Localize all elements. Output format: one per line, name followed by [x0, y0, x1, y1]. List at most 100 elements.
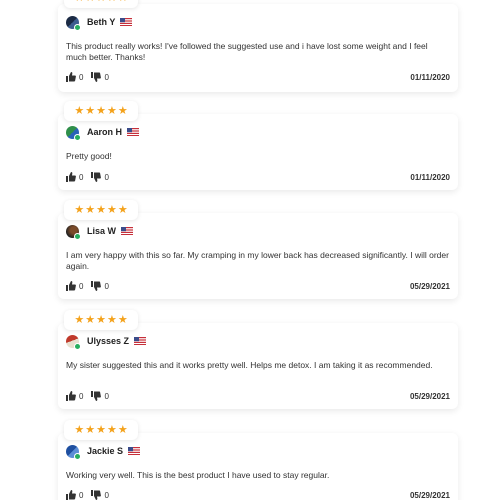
review-text: I am very happy with this so far. My cra…	[66, 250, 449, 271]
star-icon: ★	[96, 313, 106, 326]
thumbs-down-button[interactable]: 0	[91, 72, 109, 82]
thumbs-down-button[interactable]: 0	[91, 172, 109, 182]
star-icon: ★	[85, 203, 96, 216]
star-icon: ★	[118, 0, 128, 4]
reviewer: Beth Y	[66, 14, 133, 31]
review-card: Lisa W I am very happy with this so far.…	[58, 213, 458, 299]
star-icon: ★	[106, 313, 117, 326]
rating-stars: ★★★★★	[64, 0, 138, 8]
rating-stars: ★★★★★	[64, 420, 138, 440]
star-icon: ★	[74, 203, 85, 216]
rating-stars: ★★★★★	[64, 310, 138, 330]
thumbs-up-button[interactable]: 0	[66, 490, 83, 500]
verified-badge-icon	[74, 133, 81, 141]
us-flag-icon	[128, 447, 141, 455]
star-icon: ★	[117, 203, 128, 216]
star-icon: ★	[117, 423, 128, 436]
us-flag-icon	[127, 128, 140, 136]
verified-badge-icon	[74, 452, 81, 460]
star-icon: ★	[74, 104, 85, 117]
reviewer: Ulysses Z	[66, 333, 147, 350]
review-card: Jackie S Working very well. This is the …	[58, 433, 458, 500]
thumbs-up-button[interactable]: 0	[66, 391, 83, 401]
thumbs-down-button[interactable]: 0	[91, 490, 109, 500]
thumbs-down-icon	[91, 172, 102, 182]
star-icon: ★	[96, 203, 106, 216]
reviewer-name: Aaron H	[87, 127, 123, 137]
star-icon: ★	[85, 104, 96, 117]
review-date: 05/29/2021	[409, 490, 450, 500]
thumbs-up-count: 0	[79, 490, 84, 500]
reviewer: Aaron H	[66, 124, 140, 141]
thumbs-up-button[interactable]: 0	[66, 72, 83, 82]
thumbs-up-count: 0	[79, 281, 84, 291]
thumbs-down-button[interactable]: 0	[91, 391, 109, 401]
rating-stars: ★★★★★	[64, 200, 138, 220]
thumbs-up-count: 0	[79, 391, 84, 401]
avatar	[66, 444, 81, 460]
star-icon: ★	[117, 104, 128, 117]
star-icon: ★	[96, 104, 106, 117]
verified-badge-icon	[74, 23, 81, 31]
thumbs-up-icon	[66, 490, 76, 500]
review-meta: 0 0 05/29/2021	[66, 390, 450, 402]
thumbs-down-button[interactable]: 0	[91, 281, 109, 291]
thumbs-up-count: 0	[79, 172, 84, 182]
star-icon: ★	[106, 423, 117, 436]
reviewer: Jackie S	[66, 443, 141, 460]
review-text: This product really works! I've followed…	[66, 41, 428, 62]
review-text: Pretty good!	[66, 151, 112, 161]
review-card: Beth Y This product really works! I've f…	[58, 4, 458, 92]
star-icon: ★	[74, 313, 85, 326]
avatar	[66, 334, 81, 350]
thumbs-up-count: 0	[79, 72, 84, 82]
avatar	[66, 15, 81, 31]
thumbs-up-icon	[66, 281, 76, 291]
us-flag-icon	[120, 18, 133, 26]
review-date: 05/29/2021	[409, 391, 450, 401]
star-icon: ★	[96, 0, 106, 4]
star-icon: ★	[117, 313, 128, 326]
us-flag-icon	[134, 337, 147, 345]
review-meta: 0 0 05/29/2021	[66, 280, 450, 292]
star-icon: ★	[85, 313, 96, 326]
star-icon: ★	[106, 203, 117, 216]
review-meta: 0 0 01/11/2020	[66, 171, 450, 183]
thumbs-down-icon	[91, 490, 102, 500]
thumbs-up-icon	[66, 72, 76, 82]
thumbs-down-count: 0	[104, 72, 109, 82]
thumbs-down-count: 0	[104, 490, 109, 500]
star-icon: ★	[106, 104, 117, 117]
reviewer-name: Jackie S	[87, 446, 124, 456]
thumbs-down-count: 0	[104, 172, 109, 182]
review-date: 05/29/2021	[409, 281, 450, 291]
verified-badge-icon	[74, 342, 81, 350]
star-icon: ★	[74, 423, 85, 436]
star-icon: ★	[85, 0, 95, 4]
thumbs-down-count: 0	[104, 391, 109, 401]
us-flag-icon	[121, 227, 134, 235]
rating-stars: ★★★★★	[64, 101, 138, 121]
review-text: Working very well. This is the best prod…	[66, 470, 330, 480]
thumbs-down-icon	[91, 72, 102, 82]
avatar	[66, 224, 81, 240]
review-meta: 0 0 01/11/2020	[66, 71, 450, 83]
thumbs-up-icon	[66, 391, 76, 401]
verified-badge-icon	[74, 232, 81, 240]
thumbs-up-button[interactable]: 0	[66, 281, 83, 291]
reviewer-name: Beth Y	[87, 17, 116, 27]
star-icon: ★	[74, 0, 84, 4]
reviewer-name: Ulysses Z	[87, 336, 130, 346]
review-text: My sister suggested this and it works pr…	[66, 360, 433, 370]
reviewer: Lisa W	[66, 223, 134, 240]
review-date: 01/11/2020	[410, 72, 450, 82]
thumbs-up-button[interactable]: 0	[66, 172, 83, 182]
thumbs-down-icon	[91, 391, 102, 401]
review-date: 01/11/2020	[410, 172, 450, 182]
thumbs-down-count: 0	[104, 281, 109, 291]
star-icon: ★	[85, 423, 96, 436]
thumbs-down-icon	[91, 281, 102, 291]
review-meta: 0 0 05/29/2021	[66, 489, 450, 500]
avatar	[66, 125, 81, 141]
review-card: Ulysses Z My sister suggested this and i…	[58, 323, 458, 409]
